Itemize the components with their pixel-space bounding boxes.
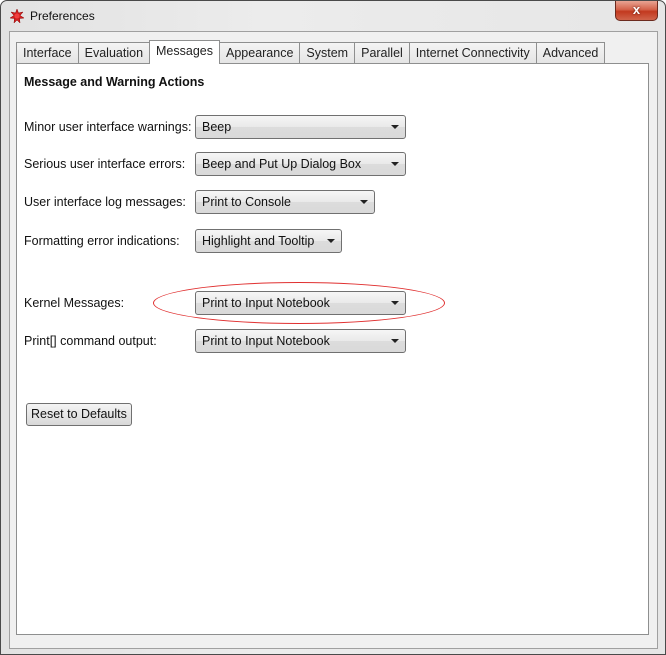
tab-internet-connectivity[interactable]: Internet Connectivity xyxy=(408,42,537,64)
dropdown-value: Print to Input Notebook xyxy=(202,334,330,348)
kernel-messages-dropdown[interactable]: Print to Input Notebook xyxy=(195,291,406,315)
tab-evaluation[interactable]: Evaluation xyxy=(77,42,151,64)
log-messages-dropdown[interactable]: Print to Console xyxy=(195,190,375,214)
tab-bar: Interface Evaluation Messages Appearance… xyxy=(16,40,606,64)
formatting-errors-label: Formatting error indications: xyxy=(24,234,180,248)
close-icon: x xyxy=(632,2,641,17)
chevron-down-icon xyxy=(360,200,368,204)
log-messages-label: User interface log messages: xyxy=(24,195,186,209)
chevron-down-icon xyxy=(391,301,399,305)
dropdown-value: Beep and Put Up Dialog Box xyxy=(202,157,362,171)
title-bar[interactable]: Preferences x xyxy=(1,1,665,31)
messages-panel: Message and Warning Actions Minor user i… xyxy=(16,63,649,635)
close-button[interactable]: x xyxy=(615,1,658,21)
chevron-down-icon xyxy=(327,239,335,243)
tab-messages[interactable]: Messages xyxy=(149,40,220,64)
serious-errors-dropdown[interactable]: Beep and Put Up Dialog Box xyxy=(195,152,406,176)
dropdown-value: Beep xyxy=(202,120,232,134)
kernel-messages-label: Kernel Messages: xyxy=(24,296,125,310)
section-title: Message and Warning Actions xyxy=(24,75,205,89)
print-output-dropdown[interactable]: Print to Input Notebook xyxy=(195,329,406,353)
chevron-down-icon xyxy=(391,339,399,343)
dropdown-value: Print to Console xyxy=(202,195,291,209)
serious-errors-label: Serious user interface errors: xyxy=(24,157,186,171)
wolfram-spikey-icon xyxy=(10,9,24,23)
dropdown-value: Highlight and Tooltip xyxy=(202,234,315,248)
tab-advanced[interactable]: Advanced xyxy=(535,42,606,64)
tab-system[interactable]: System xyxy=(299,42,356,64)
chevron-down-icon xyxy=(391,162,399,166)
tab-interface[interactable]: Interface xyxy=(16,42,79,64)
minor-warnings-dropdown[interactable]: Beep xyxy=(195,115,406,139)
window-title: Preferences xyxy=(30,9,95,23)
tab-parallel[interactable]: Parallel xyxy=(354,42,410,64)
formatting-errors-dropdown[interactable]: Highlight and Tooltip xyxy=(195,229,342,253)
print-output-label: Print[] command output: xyxy=(24,334,157,348)
reset-to-defaults-button[interactable]: Reset to Defaults xyxy=(26,403,132,426)
chevron-down-icon xyxy=(391,125,399,129)
dropdown-value: Print to Input Notebook xyxy=(202,296,330,310)
tab-appearance[interactable]: Appearance xyxy=(219,42,301,64)
minor-warnings-label: Minor user interface warnings: xyxy=(24,120,192,134)
